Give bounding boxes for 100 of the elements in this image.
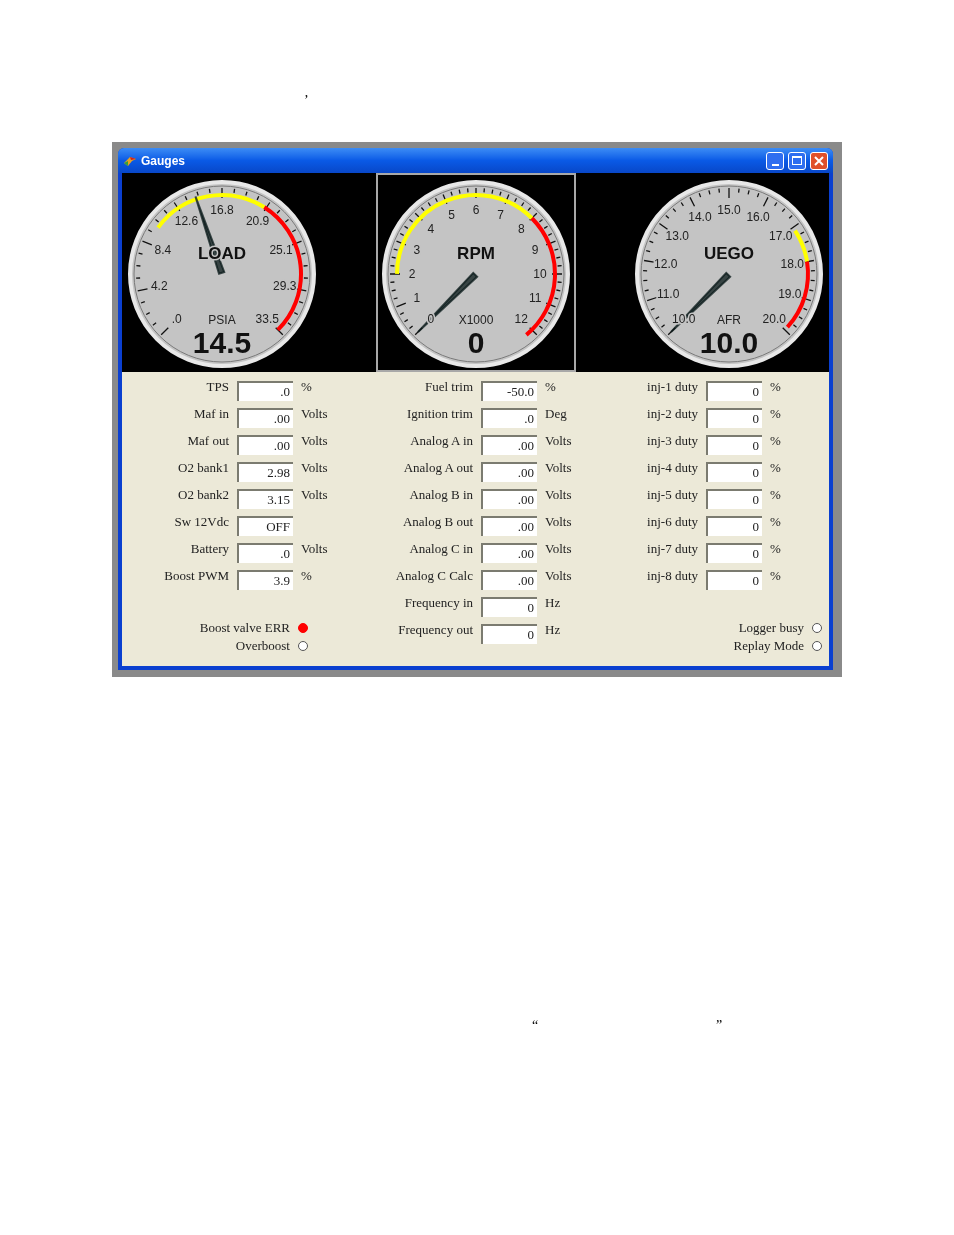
scale-label: 8 [517, 221, 525, 236]
gauge-unit: AFR [717, 313, 741, 327]
value-field[interactable]: 0 [706, 435, 762, 455]
value-field[interactable]: .0 [481, 408, 537, 428]
value-field[interactable]: 0 [706, 489, 762, 509]
minimize-button[interactable] [766, 151, 784, 170]
value-field[interactable]: .00 [481, 462, 537, 482]
value-field[interactable]: .00 [481, 516, 537, 536]
app-icon [123, 154, 137, 167]
unit-label: Volts [301, 459, 329, 477]
value-field[interactable]: 0 [706, 516, 762, 536]
value-field[interactable]: .00 [481, 435, 537, 455]
indicator-label: Boost valve ERR [199, 619, 290, 638]
field-label: inj-3 duty [646, 432, 698, 450]
scale-label: 4 [426, 221, 434, 236]
value-field[interactable]: OFF [237, 516, 293, 536]
stray-mark: “ [532, 1017, 539, 1035]
scale-label: 12 [514, 312, 528, 327]
value-field[interactable]: 0 [706, 570, 762, 590]
window-title: Gauges [141, 152, 185, 170]
field-label: inj-1 duty [646, 378, 698, 396]
scale-label: 14.0 [688, 210, 712, 224]
scale-label: 2 [408, 267, 415, 281]
gauge-reading: 0 [467, 326, 484, 359]
scale-label: 9 [531, 242, 538, 257]
unit-label: % [301, 378, 313, 396]
value-field[interactable]: 0 [706, 543, 762, 563]
field-label: Battery [189, 540, 229, 558]
unit-label: Volts [545, 567, 573, 585]
gauge-reading: 10.0 [699, 326, 759, 359]
scale-label: 16.0 [746, 210, 770, 224]
gauge-unit: X1000 [458, 313, 493, 327]
scale-label: 8.4 [154, 242, 172, 257]
scale-label: 25.1 [269, 242, 293, 257]
value-field[interactable]: .00 [481, 570, 537, 590]
value-field[interactable]: .00 [237, 408, 293, 428]
field-label: Analog B out [401, 513, 473, 531]
unit-label: Hz [545, 594, 562, 612]
unit-label: Volts [545, 486, 573, 504]
value-field[interactable]: -50.0 [481, 381, 537, 401]
value-field[interactable]: .00 [237, 435, 293, 455]
gauge-frame[interactable]: 0 1 2 3 4 5 6 7 8 9 10 11 12 RPM X1000 0 [375, 173, 576, 372]
value-field[interactable]: 3.9 [237, 570, 293, 590]
value-field[interactable]: 0 [706, 462, 762, 482]
value-field[interactable]: 3.15 [237, 489, 293, 509]
unit-label: Volts [545, 513, 573, 531]
stray-mark: ” [716, 1017, 723, 1035]
field-label: O2 bank2 [177, 486, 229, 504]
value-field[interactable]: .0 [237, 543, 293, 563]
stray-mark: ’ [304, 92, 309, 110]
close-button[interactable] [810, 151, 828, 170]
scale-label: 11 [528, 291, 541, 306]
scale-label: 4.2 [150, 279, 168, 294]
unit-label: % [301, 567, 313, 585]
field-label: Ignition trim [405, 405, 473, 423]
unit-label: Volts [301, 486, 329, 504]
field-label: inj-8 duty [646, 567, 698, 585]
indicator-label: Overboost [235, 637, 290, 656]
field-label: Maf out [186, 432, 229, 450]
unit-label: % [770, 513, 782, 531]
field-label: Analog A in [409, 432, 473, 450]
value-field[interactable]: .00 [481, 489, 537, 509]
unit-label: Hz [545, 621, 562, 639]
scale-label: 18.0 [780, 257, 804, 271]
scale-label: 5 [447, 207, 455, 222]
scale-label: 19.0 [778, 286, 802, 301]
value-field[interactable]: .00 [481, 543, 537, 563]
value-field[interactable]: 2.98 [237, 462, 293, 482]
scale-label: 12.0 [654, 257, 678, 271]
field-label: inj-7 duty [646, 540, 698, 558]
scale-label: .0 [171, 312, 182, 327]
scale-label: 29.3 [273, 279, 297, 294]
field-label: TPS [205, 378, 229, 396]
field-label: Fuel trim [423, 378, 473, 396]
scale-label: 3 [413, 242, 420, 257]
field-label: O2 bank1 [177, 459, 229, 477]
gauge-unit: PSIA [208, 313, 236, 327]
scale-label: 11.0 [656, 286, 680, 301]
unit-label: % [770, 567, 782, 585]
unit-label: Volts [301, 540, 329, 558]
field-label: Analog C Calc [394, 567, 473, 585]
scale-label: 20.9 [245, 213, 270, 228]
maximize-button[interactable] [788, 151, 806, 170]
value-field[interactable]: .0 [237, 381, 293, 401]
field-label: inj-5 duty [646, 486, 698, 504]
scale-label: 0 [426, 312, 434, 327]
value-field[interactable]: 0 [481, 624, 537, 644]
gauge-title: UEGO [703, 244, 755, 263]
value-field[interactable]: 0 [481, 597, 537, 617]
field-label: Analog B in [408, 486, 473, 504]
close-icon [814, 155, 824, 166]
gauge-title: RPM [456, 244, 495, 263]
indicator-label: Logger busy [738, 619, 804, 638]
scale-label: 15.0 [717, 203, 741, 217]
unit-label: Volts [545, 540, 573, 558]
unit-label: % [770, 378, 782, 396]
value-field[interactable]: 0 [706, 408, 762, 428]
unit-label: Deg [545, 405, 568, 423]
field-label: inj-2 duty [646, 405, 698, 423]
value-field[interactable]: 0 [706, 381, 762, 401]
